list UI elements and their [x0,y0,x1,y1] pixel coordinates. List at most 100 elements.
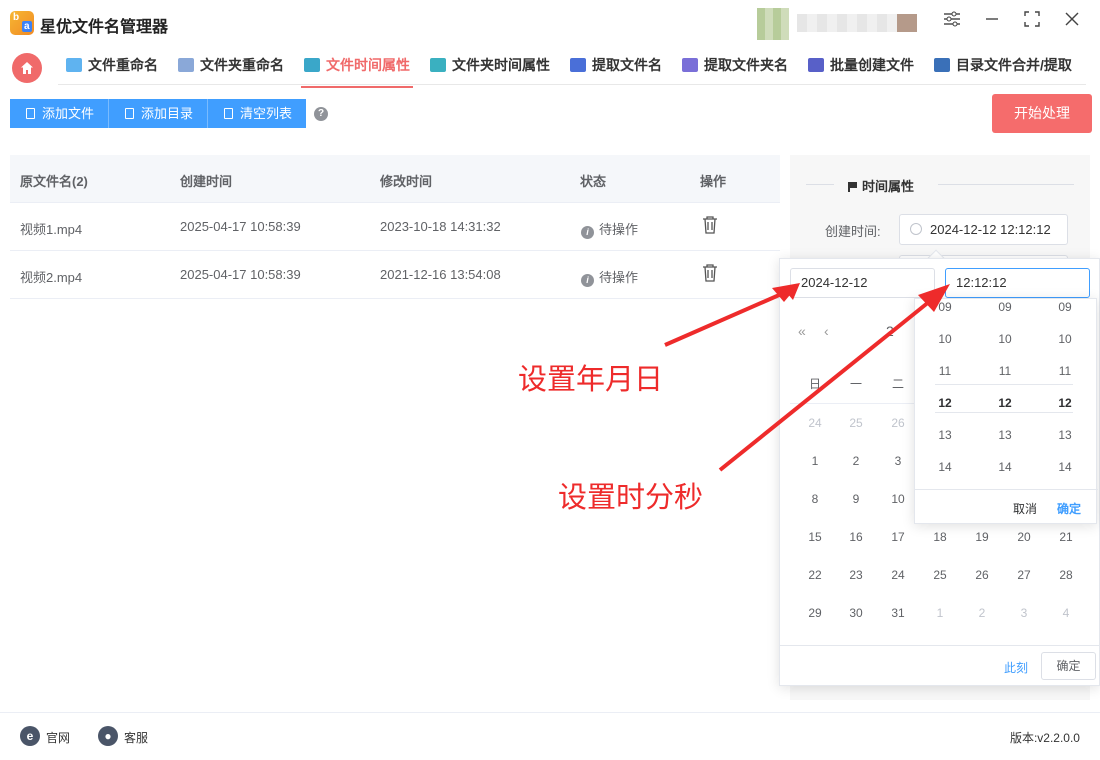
add-file-button[interactable]: 添加文件 [10,99,110,128]
created-time-input[interactable]: 2024-12-12 12:12:12 [899,214,1068,245]
delete-row-icon[interactable] [702,216,718,237]
table-row[interactable]: 视频2.mp4 2025-04-17 10:58:39 2021-12-16 1… [10,251,780,299]
calendar-day[interactable]: 23 [841,568,871,582]
now-button[interactable]: 此刻 [1004,659,1028,676]
tab-extract-foldername[interactable]: 提取文件夹名 [682,46,788,84]
calendar-day[interactable]: 26 [967,568,997,582]
app-logo-icon: ba [10,11,34,35]
calendar-day[interactable]: 16 [841,530,871,544]
support-link[interactable]: ● 客服 [98,726,148,746]
weekday-label: 一 [849,377,862,391]
calendar-day[interactable]: 24 [883,568,913,582]
calendar-day[interactable]: 26 [883,416,913,430]
calendar-day[interactable]: 4 [1051,606,1081,620]
info-icon: i [581,226,594,239]
annotation-set-time: 设置时分秒 [558,480,704,514]
picker-date-input[interactable]: 2024-12-12 [790,268,935,298]
hour-option[interactable]: 13 [925,428,965,442]
second-option[interactable]: 09 [1045,300,1085,314]
calendar-day[interactable]: 8 [800,492,830,506]
file-rename-icon [66,58,82,72]
calendar-day[interactable]: 18 [925,530,955,544]
app-title: 星优文件名管理器 [40,19,169,36]
hour-option[interactable]: 10 [925,332,965,346]
title-bar: ba 星优文件名管理器 [0,0,1100,46]
time-footer: 取消 确定 [915,489,1098,525]
calendar-day[interactable]: 15 [800,530,830,544]
minute-option[interactable]: 12 [985,396,1025,410]
second-option[interactable]: 13 [1045,428,1085,442]
tab-batch-create-files[interactable]: 批量创建文件 [808,46,914,84]
prev-year-icon[interactable]: « [798,323,806,339]
table-row[interactable]: 视频1.mp4 2025-04-17 10:58:39 2023-10-18 1… [10,203,780,251]
picker-confirm-button[interactable]: 确定 [1041,652,1096,680]
settings-icon[interactable] [940,11,964,35]
second-option[interactable]: 10 [1045,332,1085,346]
home-button[interactable] [12,53,42,83]
start-processing-button[interactable]: 开始处理 [992,94,1092,133]
minute-option[interactable]: 14 [985,460,1025,474]
hour-option[interactable]: 11 [925,364,965,378]
chat-icon: ● [98,726,118,746]
clear-list-button[interactable]: 清空列表 [208,99,307,128]
avatar [757,8,789,40]
picker-month-label[interactable]: 2 [886,323,894,339]
calendar-day[interactable]: 25 [841,416,871,430]
time-spinner: 09 10 11 12 13 14 09 10 11 12 13 14 09 10 11 12 13 14 取消 … [914,298,1098,525]
column-status: 状态 [580,174,607,189]
tab-file-time-attributes[interactable]: 文件时间属性 [301,46,413,88]
browser-icon: e [20,726,40,746]
minute-option[interactable]: 09 [985,300,1025,314]
delete-row-icon[interactable] [702,264,718,285]
tab-folder-time-attributes[interactable]: 文件夹时间属性 [430,46,550,84]
calendar-day[interactable]: 3 [883,454,913,468]
tabs-divider [58,84,1086,85]
tab-extract-filename[interactable]: 提取文件名 [570,46,662,84]
tab-file-rename[interactable]: 文件重命名 [66,46,158,84]
table-header: 原文件名(2) 创建时间 修改时间 状态 操作 [10,155,780,203]
minute-option[interactable]: 11 [985,364,1025,378]
calendar-day[interactable]: 22 [800,568,830,582]
calendar-day[interactable]: 10 [883,492,913,506]
calendar-day[interactable]: 3 [1009,606,1039,620]
calendar-day[interactable]: 31 [883,606,913,620]
calendar-day[interactable]: 1 [800,454,830,468]
hour-option[interactable]: 14 [925,460,965,474]
hour-option[interactable]: 09 [925,300,965,314]
calendar-day[interactable]: 21 [1051,530,1081,544]
calendar-day[interactable]: 17 [883,530,913,544]
help-icon[interactable]: ? [314,107,328,121]
calendar-day[interactable]: 1 [925,606,955,620]
prev-month-icon[interactable]: ‹ [824,323,829,339]
second-option[interactable]: 12 [1045,396,1085,410]
user-account[interactable] [757,8,919,40]
time-cancel-button[interactable]: 取消 [1013,500,1037,517]
minute-option[interactable]: 10 [985,332,1025,346]
calendar-day[interactable]: 25 [925,568,955,582]
tab-directory-merge-extract[interactable]: 目录文件合并/提取 [934,46,1072,84]
calendar-day[interactable]: 30 [841,606,871,620]
minute-option[interactable]: 13 [985,428,1025,442]
calendar-day[interactable]: 28 [1051,568,1081,582]
calendar-day[interactable]: 20 [1009,530,1039,544]
close-icon[interactable] [1060,11,1084,35]
second-option[interactable]: 11 [1045,364,1085,378]
calendar-day[interactable]: 19 [967,530,997,544]
info-icon: i [581,274,594,287]
calendar-day[interactable]: 2 [841,454,871,468]
picker-time-input[interactable]: 12:12:12 [945,268,1090,298]
second-option[interactable]: 14 [1045,460,1085,474]
calendar-day[interactable]: 2 [967,606,997,620]
time-confirm-button[interactable]: 确定 [1057,500,1081,517]
calendar-day[interactable]: 24 [800,416,830,430]
tab-folder-rename[interactable]: 文件夹重命名 [178,46,284,84]
calendar-day[interactable]: 29 [800,606,830,620]
add-directory-button[interactable]: 添加目录 [109,99,209,128]
minimize-icon[interactable] [980,11,1004,35]
hour-option[interactable]: 12 [925,396,965,410]
calendar-day[interactable]: 27 [1009,568,1039,582]
website-link[interactable]: e 官网 [20,726,70,746]
calendar-day[interactable]: 9 [841,492,871,506]
maximize-icon[interactable] [1020,11,1044,35]
column-filename: 原文件名(2) [20,174,88,189]
